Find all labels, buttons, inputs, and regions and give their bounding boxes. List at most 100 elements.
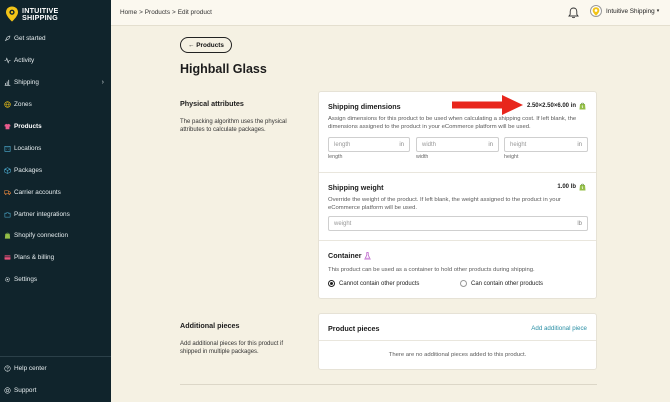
top-bar: Home > Products > Edit product Intuitive Shi… (111, 0, 670, 26)
sidebar-item-carrier-accounts[interactable]: Carrier accounts (0, 181, 111, 203)
width-placeholder: width (422, 141, 437, 148)
sidebar-item-plans-billing[interactable]: Plans & billing (0, 247, 111, 269)
avatar (590, 5, 602, 17)
shopify-icon (4, 232, 11, 240)
container-section: Container This product can be used as a … (319, 240, 596, 298)
card-icon (4, 254, 11, 261)
weight-placeholder: weight (334, 220, 352, 227)
width-input[interactable]: width in (416, 137, 499, 152)
product-pieces-header: Product pieces Add additional piece (319, 314, 596, 340)
sidebar-item-help-center[interactable]: Help center (0, 357, 111, 379)
gear-icon (4, 276, 11, 283)
weight-unit: lb (577, 220, 582, 227)
sidebar-item-support[interactable]: Support (0, 379, 111, 401)
puzzle-icon (4, 211, 11, 218)
product-pieces-card: Product pieces Add additional piece Ther… (318, 313, 597, 370)
product-pieces-title: Product pieces (328, 324, 380, 333)
breadcrumb: Home > Products > Edit product (120, 9, 212, 16)
logo[interactable]: INTUITIVE SHIPPING (0, 0, 111, 28)
radio-dot-selected (328, 280, 335, 287)
shipping-weight-title: Shipping weight (328, 183, 384, 192)
sidebar-item-zones[interactable]: Zones (0, 94, 111, 116)
sidebar-item-label: Packages (14, 166, 43, 174)
shipping-weight-section: Shipping weight 1.00 lb Override the wei… (319, 172, 596, 240)
sidebar-item-activity[interactable]: Activity (0, 50, 111, 72)
radio-cannot-contain-label: Cannot contain other products (339, 280, 420, 287)
sidebar-item-shopify-connection[interactable]: Shopify connection (0, 225, 111, 247)
breadcrumb-home[interactable]: Home (120, 9, 137, 16)
physical-attributes-desc: The packing algorithm uses the physical … (180, 119, 287, 134)
physical-attributes-card: Shipping dimensions 2.50×2.50×6.00 in As… (318, 91, 597, 299)
sidebar-item-label: Help center (14, 364, 47, 372)
height-unit: in (577, 141, 582, 148)
width-caption: width (416, 154, 429, 160)
globe-icon (4, 101, 11, 108)
page-divider (180, 384, 597, 385)
chevron-right-icon: › (101, 79, 104, 87)
sidebar-item-products[interactable]: Products (0, 116, 111, 138)
truck-icon (4, 189, 11, 196)
weight-value: 1.00 lb (557, 183, 586, 191)
sidebar-item-label: Settings (14, 276, 38, 284)
sidebar-item-label: Activity (14, 57, 35, 65)
sidebar-item-locations[interactable]: Locations (0, 137, 111, 159)
weight-value-text: 1.00 lb (557, 184, 576, 190)
container-title: Container (328, 251, 371, 260)
brand-name: INTUITIVE SHIPPING (22, 6, 59, 22)
box-icon (4, 167, 11, 174)
breadcrumb-separator: > (139, 9, 143, 16)
sidebar-item-settings[interactable]: Settings (0, 269, 111, 291)
sidebar: INTUITIVE SHIPPING Get started Activity Sh… (0, 0, 111, 402)
sidebar-item-packages[interactable]: Packages (0, 159, 111, 181)
radio-cannot-contain[interactable]: Cannot contain other products (328, 280, 419, 287)
radio-can-contain-label: Can contain other products (471, 280, 544, 287)
pulse-icon (4, 57, 11, 64)
brand-line-2: SHIPPING (22, 13, 58, 22)
additional-pieces-desc: Add additional pieces for this product i… (180, 341, 284, 356)
page-title: Highball Glass (180, 62, 267, 76)
sidebar-item-partner-integrations[interactable]: Partner integrations (0, 203, 111, 225)
building-icon (4, 145, 11, 152)
add-additional-piece-link[interactable]: Add additional piece (531, 325, 587, 332)
shopify-bag-icon (579, 102, 586, 110)
sidebar-item-label: Shipping (14, 79, 39, 87)
sidebar-item-label: Shopify connection (14, 232, 69, 240)
back-to-products-button[interactable]: ← Products (180, 37, 232, 53)
caret-down-icon: ▾ (656, 8, 660, 14)
chart-icon (4, 79, 11, 86)
additional-pieces-title: Additional pieces (180, 321, 240, 330)
sidebar-item-label: Support (14, 386, 37, 394)
red-arrow-annotation (452, 95, 523, 115)
sidebar-item-get-started[interactable]: Get started (0, 28, 111, 50)
radio-can-contain[interactable]: Can contain other products (460, 280, 543, 287)
sidebar-item-label: Carrier accounts (14, 188, 61, 196)
shirt-icon (4, 123, 11, 130)
flask-icon (363, 251, 371, 260)
dimensions-value-text: 2.50×2.50×6.00 in (526, 103, 576, 109)
sidebar-item-label: Zones (14, 101, 32, 109)
sidebar-item-shipping[interactable]: Shipping › (0, 72, 111, 94)
sidebar-bottom-nav: Help center Support (0, 357, 111, 401)
height-input[interactable]: height in (504, 137, 588, 152)
container-desc: This product can be used as a container … (328, 267, 535, 273)
length-unit: in (399, 141, 404, 148)
product-pieces-empty-text: There are no additional pieces added to … (388, 352, 527, 359)
container-title-text: Container (328, 251, 362, 260)
shopify-bag-icon (579, 183, 586, 191)
sidebar-nav: Get started Activity Shipping › Zones Product… (0, 28, 111, 291)
shipping-dimensions-title: Shipping dimensions (328, 102, 401, 111)
avatar-pin-icon (592, 6, 600, 16)
sidebar-item-label: Partner integrations (14, 210, 70, 218)
support-icon (4, 386, 11, 394)
breadcrumb-products[interactable]: Products (145, 9, 170, 16)
length-input[interactable]: length in (328, 137, 410, 152)
radio-dot-unselected (460, 280, 467, 287)
height-caption: height (504, 154, 519, 160)
user-menu[interactable]: Intuitive Shipping ▾ (590, 5, 659, 17)
breadcrumb-separator: > (172, 9, 176, 16)
width-unit: in (488, 141, 493, 148)
weight-input[interactable]: weight lb (328, 216, 588, 231)
bell-icon[interactable] (568, 7, 579, 19)
rocket-icon (4, 35, 11, 42)
sidebar-item-label: Plans & billing (14, 254, 55, 262)
